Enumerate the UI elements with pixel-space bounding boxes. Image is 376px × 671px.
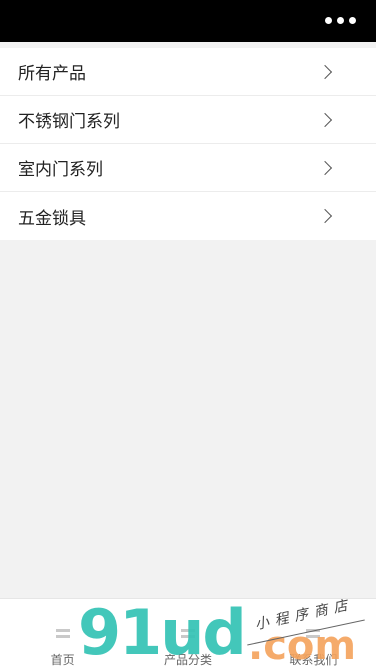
menu-lines-icon [180,629,195,638]
chevron-right-icon [317,64,333,79]
category-label: 室内门系列 [18,160,103,180]
tab-contact-us[interactable]: 联系我们 [251,599,376,671]
category-item-interior-doors[interactable]: 室内门系列 [0,144,376,192]
tab-label: 产品分类 [163,653,212,667]
menu-lines-icon [306,629,321,638]
chevron-right-icon [317,208,333,224]
category-label: 五金锁具 [18,208,86,229]
tab-label: 首页 [50,653,75,667]
category-list: 所有产品 不锈钢门系列 室内门系列 五金锁具 [0,48,376,240]
tab-product-categories[interactable]: 产品分类 [125,599,250,671]
navigation-bar [0,0,376,42]
menu-lines-icon [55,629,70,638]
tab-bar: 首页 产品分类 联系我们 [0,598,376,671]
category-label: 不锈钢门系列 [18,112,120,132]
more-dot-icon [337,16,344,24]
tab-home[interactable]: 首页 [0,599,125,671]
more-dot-icon [349,16,356,24]
chevron-right-icon [317,160,333,175]
more-options-button[interactable] [325,15,356,25]
chevron-right-icon [317,112,333,127]
tab-label: 联系我们 [289,653,338,667]
category-label: 所有产品 [18,64,86,84]
more-dot-icon [325,16,332,24]
category-item-hardware-locks[interactable]: 五金锁具 [0,192,376,240]
category-item-all-products[interactable]: 所有产品 [0,48,376,96]
category-item-stainless-doors[interactable]: 不锈钢门系列 [0,96,376,144]
